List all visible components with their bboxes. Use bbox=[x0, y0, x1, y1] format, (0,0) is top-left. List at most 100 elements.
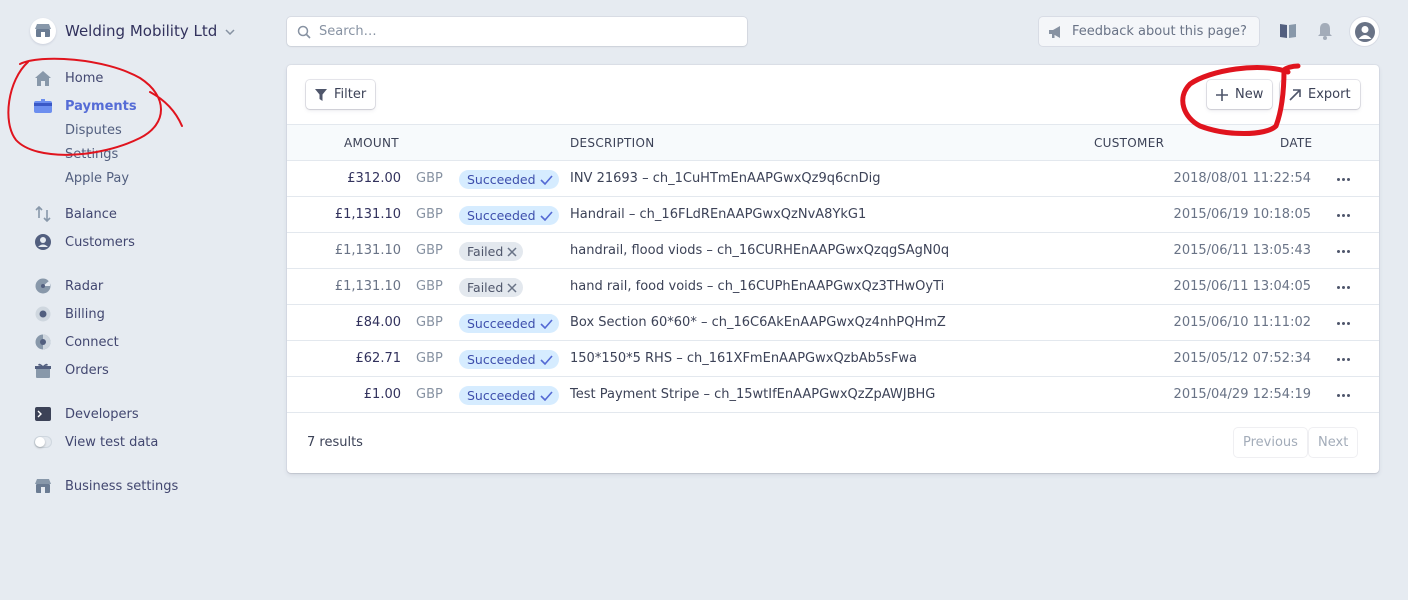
more-options-icon[interactable] bbox=[1335, 207, 1351, 223]
test-data-toggle[interactable]: View test data bbox=[34, 432, 158, 452]
toggle-wrap bbox=[34, 433, 52, 451]
new-label: New bbox=[1235, 87, 1264, 102]
row-currency: GBP bbox=[416, 171, 443, 186]
nav-billing[interactable]: Billing bbox=[34, 304, 105, 324]
nav-connect-label: Connect bbox=[65, 334, 119, 350]
table-row[interactable]: £1,131.10 GBP Failed hand rail, food voids … bbox=[287, 269, 1379, 305]
nav-disputes[interactable]: Disputes bbox=[65, 123, 122, 141]
table-row[interactable]: £312.00 GBP Succeeded INV 21693 – ch_1CuHTm… bbox=[287, 161, 1379, 197]
more-options-icon[interactable] bbox=[1335, 279, 1351, 295]
row-amount: £1.00 bbox=[363, 387, 401, 402]
status-label: Succeeded bbox=[467, 316, 536, 331]
nav-home[interactable]: Home bbox=[34, 68, 103, 88]
row-currency: GBP bbox=[416, 387, 443, 402]
search-input[interactable] bbox=[319, 24, 719, 39]
customers-icon bbox=[34, 233, 52, 251]
more-options-icon[interactable] bbox=[1335, 243, 1351, 259]
nav-billing-label: Billing bbox=[65, 306, 105, 322]
nav-apple-pay[interactable]: Apple Pay bbox=[65, 171, 129, 189]
row-description: Handrail – ch_16FLdREnAAPGwxQzNvA8YkG1 bbox=[570, 207, 867, 222]
status-label: Failed bbox=[467, 244, 504, 259]
checkmark-icon bbox=[539, 210, 553, 221]
nav-business-settings-label: Business settings bbox=[65, 478, 179, 494]
row-amount: £312.00 bbox=[347, 171, 401, 186]
row-date: 2015/06/19 10:18:05 bbox=[1173, 207, 1311, 222]
user-avatar[interactable] bbox=[1350, 17, 1379, 46]
row-currency: GBP bbox=[416, 351, 443, 366]
more-options-icon[interactable] bbox=[1335, 315, 1351, 331]
status-badge: Succeeded bbox=[459, 350, 559, 369]
account-name: Welding Mobility Ltd bbox=[65, 22, 218, 40]
test-data-label: View test data bbox=[65, 434, 159, 450]
nav-payments[interactable]: Payments bbox=[34, 96, 137, 116]
toggle-switch[interactable] bbox=[34, 436, 52, 448]
row-description: hand rail, food voids – ch_16CUPhEnAAPGw… bbox=[570, 279, 945, 294]
row-amount: £1,131.10 bbox=[334, 243, 401, 258]
search-bar[interactable] bbox=[287, 17, 747, 46]
col-description[interactable]: DESCRIPTION bbox=[570, 136, 655, 150]
billing-icon bbox=[34, 305, 52, 323]
nav-balance[interactable]: Balance bbox=[34, 204, 117, 224]
row-amount: £1,131.10 bbox=[334, 207, 401, 222]
table-row[interactable]: £1,131.10 GBP Failed handrail, flood viods … bbox=[287, 233, 1379, 269]
balance-icon bbox=[34, 205, 52, 223]
status-label: Succeeded bbox=[467, 352, 536, 367]
nav-developers[interactable]: Developers bbox=[34, 404, 139, 424]
more-options-icon[interactable] bbox=[1335, 387, 1351, 403]
feedback-label: Feedback about this page? bbox=[1072, 24, 1247, 39]
status-label: Succeeded bbox=[467, 208, 536, 223]
bell-icon[interactable] bbox=[1315, 21, 1335, 41]
row-currency: GBP bbox=[416, 279, 443, 294]
checkmark-icon bbox=[539, 390, 553, 401]
checkmark-icon bbox=[539, 318, 553, 329]
table-row[interactable]: £1.00 GBP Succeeded Test Payment Stripe – c… bbox=[287, 377, 1379, 413]
more-options-icon[interactable] bbox=[1335, 351, 1351, 367]
x-icon bbox=[507, 246, 517, 257]
table-row[interactable]: £1,131.10 GBP Succeeded Handrail – ch_16FLd… bbox=[287, 197, 1379, 233]
status-badge: Succeeded bbox=[459, 206, 559, 225]
account-switcher[interactable]: Welding Mobility Ltd bbox=[30, 18, 235, 44]
megaphone-icon bbox=[1048, 25, 1064, 38]
payments-card: Filter New Export AMOUNT DESCRIPTION CUS… bbox=[287, 65, 1379, 473]
row-description: 150*150*5 RHS – ch_161XFmEnAAPGwxQzbAb5s… bbox=[570, 351, 918, 366]
row-date: 2015/05/12 07:52:34 bbox=[1173, 351, 1311, 366]
col-customer[interactable]: CUSTOMER bbox=[1094, 136, 1164, 150]
nav-settings[interactable]: Settings bbox=[65, 147, 118, 165]
table-row[interactable]: £62.71 GBP Succeeded 150*150*5 RHS – ch_161… bbox=[287, 341, 1379, 377]
home-icon bbox=[34, 69, 52, 87]
previous-button[interactable]: Previous bbox=[1234, 428, 1307, 457]
status-label: Succeeded bbox=[467, 388, 536, 403]
nav-developers-label: Developers bbox=[65, 406, 139, 422]
nav-connect[interactable]: Connect bbox=[34, 332, 119, 352]
row-date: 2015/06/11 13:04:05 bbox=[1173, 279, 1311, 294]
next-button[interactable]: Next bbox=[1309, 428, 1358, 457]
export-button[interactable]: Export bbox=[1280, 80, 1360, 109]
checkmark-icon bbox=[539, 174, 553, 185]
status-badge: Failed bbox=[459, 278, 524, 297]
row-amount: £62.71 bbox=[355, 351, 402, 366]
docs-book-icon[interactable] bbox=[1278, 21, 1298, 41]
nav-orders[interactable]: Orders bbox=[34, 360, 109, 380]
radar-icon bbox=[34, 277, 52, 295]
nav-radar[interactable]: Radar bbox=[34, 276, 103, 296]
table-header: AMOUNT DESCRIPTION CUSTOMER DATE bbox=[287, 124, 1379, 161]
feedback-button[interactable]: Feedback about this page? bbox=[1039, 17, 1259, 46]
store-icon bbox=[34, 477, 52, 495]
col-amount[interactable]: AMOUNT bbox=[344, 136, 399, 150]
col-date[interactable]: DATE bbox=[1280, 136, 1312, 150]
terminal-icon bbox=[34, 405, 52, 423]
status-label: Failed bbox=[467, 280, 504, 295]
status-label: Succeeded bbox=[467, 172, 536, 187]
nav-radar-label: Radar bbox=[65, 278, 104, 294]
status-badge: Failed bbox=[459, 242, 524, 261]
more-options-icon[interactable] bbox=[1335, 171, 1351, 187]
nav-customers[interactable]: Customers bbox=[34, 232, 135, 252]
nav-business-settings[interactable]: Business settings bbox=[34, 476, 178, 496]
row-date: 2015/06/11 13:05:43 bbox=[1173, 243, 1311, 258]
table-row[interactable]: £84.00 GBP Succeeded Box Section 60*60* – c… bbox=[287, 305, 1379, 341]
nav-balance-label: Balance bbox=[65, 206, 117, 222]
filter-button[interactable]: Filter bbox=[306, 80, 376, 109]
row-description: Box Section 60*60* – ch_16C6AkEnAAPGwxQz… bbox=[570, 315, 946, 330]
orders-icon bbox=[34, 361, 52, 379]
new-button[interactable]: New bbox=[1207, 80, 1273, 109]
